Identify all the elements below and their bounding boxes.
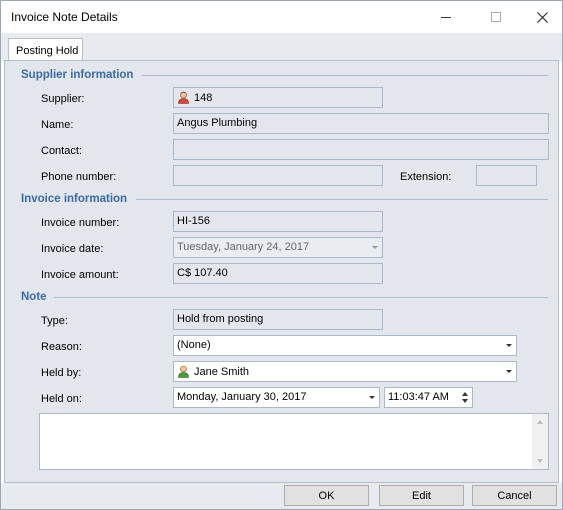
supplier-person-icon xyxy=(178,91,189,104)
minimize-button[interactable] xyxy=(423,1,469,33)
tab-posting-hold[interactable]: Posting Hold xyxy=(8,38,83,62)
scroll-down-icon[interactable] xyxy=(537,459,543,463)
invoice-section-divider xyxy=(136,199,548,200)
extension-label: Extension: xyxy=(400,171,452,183)
supplier-label: Supplier: xyxy=(41,93,85,105)
held-on-date-picker[interactable]: Monday, January 30, 2017 xyxy=(173,387,380,408)
invoice-number-field[interactable]: HI-156 xyxy=(173,211,383,232)
invoice-note-window: Invoice Note Details Posting Hold Suppli… xyxy=(0,0,563,510)
held-by-dropdown[interactable]: Jane Smith xyxy=(173,361,517,382)
scroll-up-icon[interactable] xyxy=(537,420,543,424)
invoice-section-title: Invoice information xyxy=(21,193,128,205)
edit-button[interactable]: Edit xyxy=(379,485,464,506)
supplier-value: 148 xyxy=(194,92,213,104)
maximize-button[interactable] xyxy=(473,1,519,33)
chevron-down-icon xyxy=(372,246,378,249)
held-on-date-value: Monday, January 30, 2017 xyxy=(177,391,307,403)
close-button[interactable] xyxy=(519,1,563,33)
contact-label: Contact: xyxy=(41,145,82,157)
contact-field[interactable] xyxy=(173,139,549,160)
invoice-amount-field[interactable]: C$ 107.40 xyxy=(173,263,383,284)
reason-dropdown[interactable]: (None) xyxy=(173,335,517,356)
supplier-section-divider xyxy=(142,75,548,76)
invoice-number-label: Invoice number: xyxy=(41,217,120,229)
ok-button[interactable]: OK xyxy=(284,485,369,506)
invoice-date-value: Tuesday, January 24, 2017 xyxy=(177,241,310,253)
tab-strip: Posting Hold xyxy=(1,33,562,62)
held-on-time-spinner[interactable]: 11:03:47 AM xyxy=(384,387,473,408)
close-icon xyxy=(536,11,548,23)
note-section-divider xyxy=(54,297,548,298)
extension-field[interactable] xyxy=(476,165,537,186)
window-title: Invoice Note Details xyxy=(11,10,118,24)
maximize-icon xyxy=(491,12,501,22)
held-on-label: Held on: xyxy=(41,393,82,405)
chevron-down-icon[interactable] xyxy=(369,396,375,399)
minimize-icon xyxy=(441,16,451,18)
cancel-button[interactable]: Cancel xyxy=(472,485,557,506)
time-spin-buttons[interactable] xyxy=(460,389,470,406)
chevron-down-icon[interactable] xyxy=(506,370,512,373)
chevron-down-icon[interactable] xyxy=(506,344,512,347)
spin-down-icon[interactable] xyxy=(462,399,468,403)
name-label: Name: xyxy=(41,119,74,131)
supplier-section-title: Supplier information xyxy=(21,69,134,81)
note-section-title: Note xyxy=(21,291,47,303)
phone-label: Phone number: xyxy=(41,171,117,183)
type-field[interactable]: Hold from posting xyxy=(173,309,383,330)
invoice-date-label: Invoice date: xyxy=(41,243,104,255)
held-by-label: Held by: xyxy=(41,367,82,379)
invoice-date-field[interactable]: Tuesday, January 24, 2017 xyxy=(173,237,383,258)
supplier-field[interactable]: 148 xyxy=(173,87,383,108)
note-text-area[interactable] xyxy=(39,413,549,470)
note-scrollbar[interactable] xyxy=(532,414,548,469)
spin-up-icon[interactable] xyxy=(462,392,468,396)
title-bar: Invoice Note Details xyxy=(1,1,562,33)
type-label: Type: xyxy=(41,315,68,327)
reason-label: Reason: xyxy=(41,341,82,353)
held-by-value: Jane Smith xyxy=(194,366,250,378)
name-field[interactable]: Angus Plumbing xyxy=(173,113,549,134)
user-person-icon xyxy=(178,365,189,378)
reason-value: (None) xyxy=(177,339,211,351)
held-on-time-value: 11:03:47 AM xyxy=(388,391,449,403)
phone-field[interactable] xyxy=(173,165,383,186)
invoice-amount-label: Invoice amount: xyxy=(41,269,119,281)
